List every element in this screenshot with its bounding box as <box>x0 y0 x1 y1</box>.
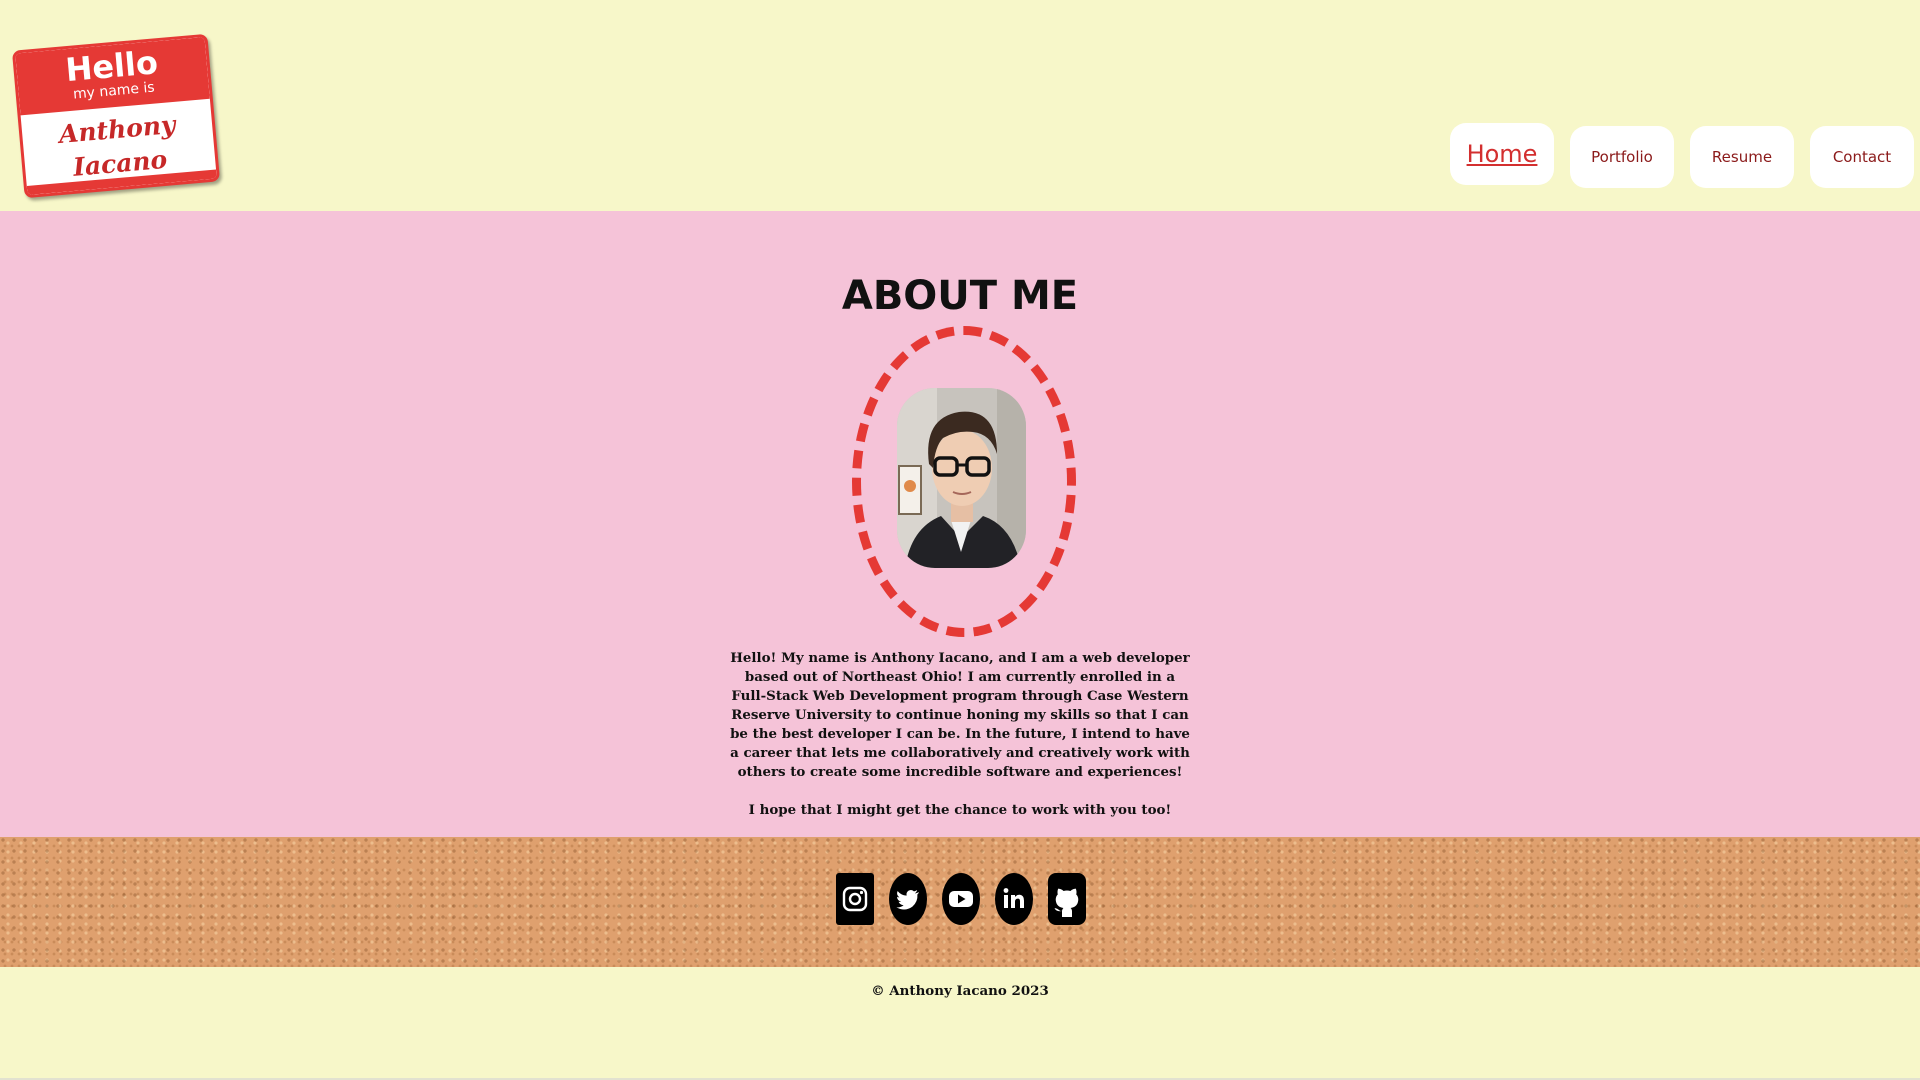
nav-home-button[interactable]: Home <box>1450 123 1554 185</box>
linkedin-icon[interactable] <box>995 873 1033 925</box>
name-tag-banner: Hello my name is <box>15 36 210 116</box>
bio-text: Hello! My name is Anthony Iacano, and I … <box>730 649 1190 820</box>
instagram-icon[interactable] <box>836 873 874 925</box>
nav-contact-button[interactable]: Contact <box>1810 126 1914 188</box>
name-tag-logo[interactable]: Hello my name is Anthony Iacano <box>11 33 221 199</box>
about-title: ABOUT ME <box>841 273 1079 319</box>
social-bar <box>0 837 1920 967</box>
bio-paragraph: Hello! My name is Anthony Iacano, and I … <box>730 650 1190 780</box>
youtube-icon[interactable] <box>942 873 980 925</box>
about-section: ABOUT ME Hello! My name is Anthony Iacan… <box>0 211 1920 837</box>
github-icon[interactable] <box>1048 873 1086 925</box>
bio-closing: I hope that I might get the chance to wo… <box>748 802 1172 818</box>
profile-photo <box>897 388 1026 568</box>
main-nav: Home Portfolio Resume Contact <box>1450 123 1914 188</box>
copyright-text: © Anthony Iacano 2023 <box>871 983 1049 999</box>
site-header: Hello my name is Anthony Iacano Home Por… <box>0 0 1920 211</box>
twitter-icon[interactable] <box>889 873 927 925</box>
nav-portfolio-button[interactable]: Portfolio <box>1570 126 1674 188</box>
site-footer: © Anthony Iacano 2023 <box>0 967 1920 1080</box>
nav-resume-button[interactable]: Resume <box>1690 126 1794 188</box>
social-icons <box>836 873 1086 925</box>
